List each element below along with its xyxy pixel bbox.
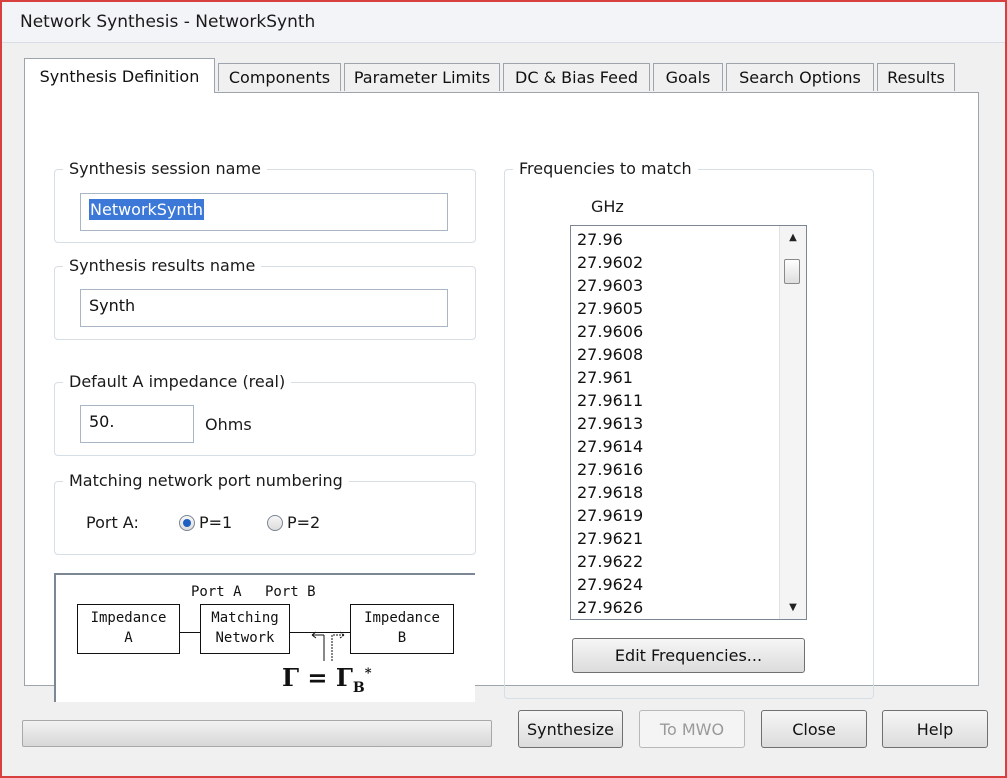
- frequency-list-item[interactable]: 27.9603: [571, 274, 806, 297]
- matching-network-diagram: Port A Port B Impedance A Matching Netwo…: [54, 573, 475, 702]
- results-name-input[interactable]: Synth: [80, 289, 448, 327]
- impedance-unit: Ohms: [205, 415, 252, 434]
- impedance-a-box: Impedance A: [77, 604, 180, 654]
- results-name-legend: Synthesis results name: [63, 256, 262, 275]
- tab-results[interactable]: Results: [877, 63, 955, 91]
- frequency-list-item[interactable]: 27.9614: [571, 435, 806, 458]
- tab-goals[interactable]: Goals: [653, 63, 723, 91]
- port-numbering-legend: Matching network port numbering: [63, 471, 349, 490]
- matching-network-box: Matching Network: [200, 604, 290, 654]
- frequency-list-item[interactable]: 27.9602: [571, 251, 806, 274]
- port-p1-radio[interactable]: [179, 515, 195, 531]
- frequency-scrollbar[interactable]: ▲ ▼: [779, 226, 806, 619]
- equation-superscript: *: [364, 666, 372, 681]
- frequency-list-item[interactable]: 27.96: [571, 228, 806, 251]
- tab-dc-bias-feed[interactable]: DC & Bias Feed: [503, 63, 650, 91]
- close-button[interactable]: Close: [761, 710, 867, 748]
- impedance-b-line1: Impedance: [364, 610, 440, 626]
- diagram-port-a-label: Port A: [191, 584, 242, 600]
- synthesize-button[interactable]: Synthesize: [518, 710, 623, 748]
- equation-main: Γ = Γ: [282, 663, 353, 692]
- frequency-list-item[interactable]: 27.9613: [571, 412, 806, 435]
- frequency-list-item[interactable]: 27.9616: [571, 458, 806, 481]
- frequency-list-item[interactable]: 27.9618: [571, 481, 806, 504]
- frequency-list-item[interactable]: 27.9626: [571, 596, 806, 619]
- session-name-legend: Synthesis session name: [63, 159, 267, 178]
- impedance-a-line2: A: [124, 630, 133, 646]
- reflection-arrows-icon: [311, 631, 345, 661]
- impedance-b-line2: B: [397, 630, 407, 646]
- impedance-group: Default A impedance (real) 50. Ohms: [54, 372, 476, 456]
- session-name-value: NetworkSynth: [89, 199, 204, 220]
- frequency-list-item[interactable]: 27.9605: [571, 297, 806, 320]
- frequency-list-item[interactable]: 27.9622: [571, 550, 806, 573]
- help-button[interactable]: Help: [882, 710, 988, 748]
- port-numbering-group: Matching network port numbering Port A: …: [54, 471, 476, 555]
- frequency-list-item[interactable]: 27.9608: [571, 343, 806, 366]
- results-name-group: Synthesis results name Synth: [54, 256, 476, 340]
- results-name-value: Synth: [89, 296, 136, 315]
- session-name-group: Synthesis session name NetworkSynth: [54, 159, 476, 243]
- network-line2: Network: [215, 630, 275, 646]
- port-p1-label[interactable]: P=1: [199, 513, 232, 532]
- synthesis-progress-bar: [22, 720, 492, 747]
- network-line1: Matching: [211, 610, 279, 626]
- equation-subscript: B: [352, 679, 365, 696]
- port-p2-radio[interactable]: [267, 515, 283, 531]
- impedance-legend: Default A impedance (real): [63, 372, 292, 391]
- impedance-value: 50.: [89, 412, 115, 431]
- synthesis-definition-panel: Synthesis session name NetworkSynth Synt…: [24, 92, 979, 702]
- tab-components[interactable]: Components: [218, 63, 341, 91]
- tab-synthesis-definition[interactable]: Synthesis Definition: [24, 58, 215, 93]
- frequency-unit-label: GHz: [591, 197, 624, 216]
- impedance-b-box: Impedance B: [350, 604, 454, 654]
- tab-search-options[interactable]: Search Options: [726, 63, 874, 91]
- frequencies-legend: Frequencies to match: [513, 159, 698, 178]
- scroll-down-icon[interactable]: ▼: [780, 602, 806, 613]
- scroll-thumb[interactable]: [784, 259, 800, 284]
- port-p2-label[interactable]: P=2: [287, 513, 320, 532]
- connector-a: [180, 632, 200, 633]
- session-name-input[interactable]: NetworkSynth: [80, 193, 448, 231]
- window-title: Network Synthesis - NetworkSynth: [20, 12, 316, 32]
- frequency-list: 27.96 27.9602 27.9603 27.9605 27.9606 27.9608…: [571, 228, 806, 619]
- frequency-list-item[interactable]: 27.9624: [571, 573, 806, 596]
- frequency-list-item[interactable]: 27.9621: [571, 527, 806, 550]
- frequency-list-item[interactable]: 27.9606: [571, 320, 806, 343]
- frequency-listbox[interactable]: 27.96 27.9602 27.9603 27.9605 27.9606 27.9608…: [570, 225, 807, 620]
- impedance-input[interactable]: 50.: [80, 405, 194, 443]
- diagram-port-b-label: Port B: [265, 584, 316, 600]
- frequency-list-item[interactable]: 27.961: [571, 366, 806, 389]
- frequency-list-item[interactable]: 27.9619: [571, 504, 806, 527]
- frequency-list-item[interactable]: 27.9611: [571, 389, 806, 412]
- edit-frequencies-button[interactable]: Edit Frequencies...: [572, 638, 805, 673]
- scroll-up-icon[interactable]: ▲: [780, 232, 806, 243]
- impedance-a-line1: Impedance: [90, 610, 167, 626]
- reflection-equation: Γ = ΓB*: [282, 663, 372, 696]
- to-mwo-button[interactable]: To MWO: [639, 710, 745, 748]
- network-synthesis-window: Network Synthesis - NetworkSynth Synthes…: [0, 0, 1007, 778]
- port-a-label: Port A:: [86, 513, 139, 532]
- tab-parameter-limits[interactable]: Parameter Limits: [344, 63, 500, 91]
- title-bar[interactable]: Network Synthesis - NetworkSynth: [2, 2, 1005, 43]
- dialog-client-area: Synthesis Definition Components Paramete…: [2, 43, 1005, 776]
